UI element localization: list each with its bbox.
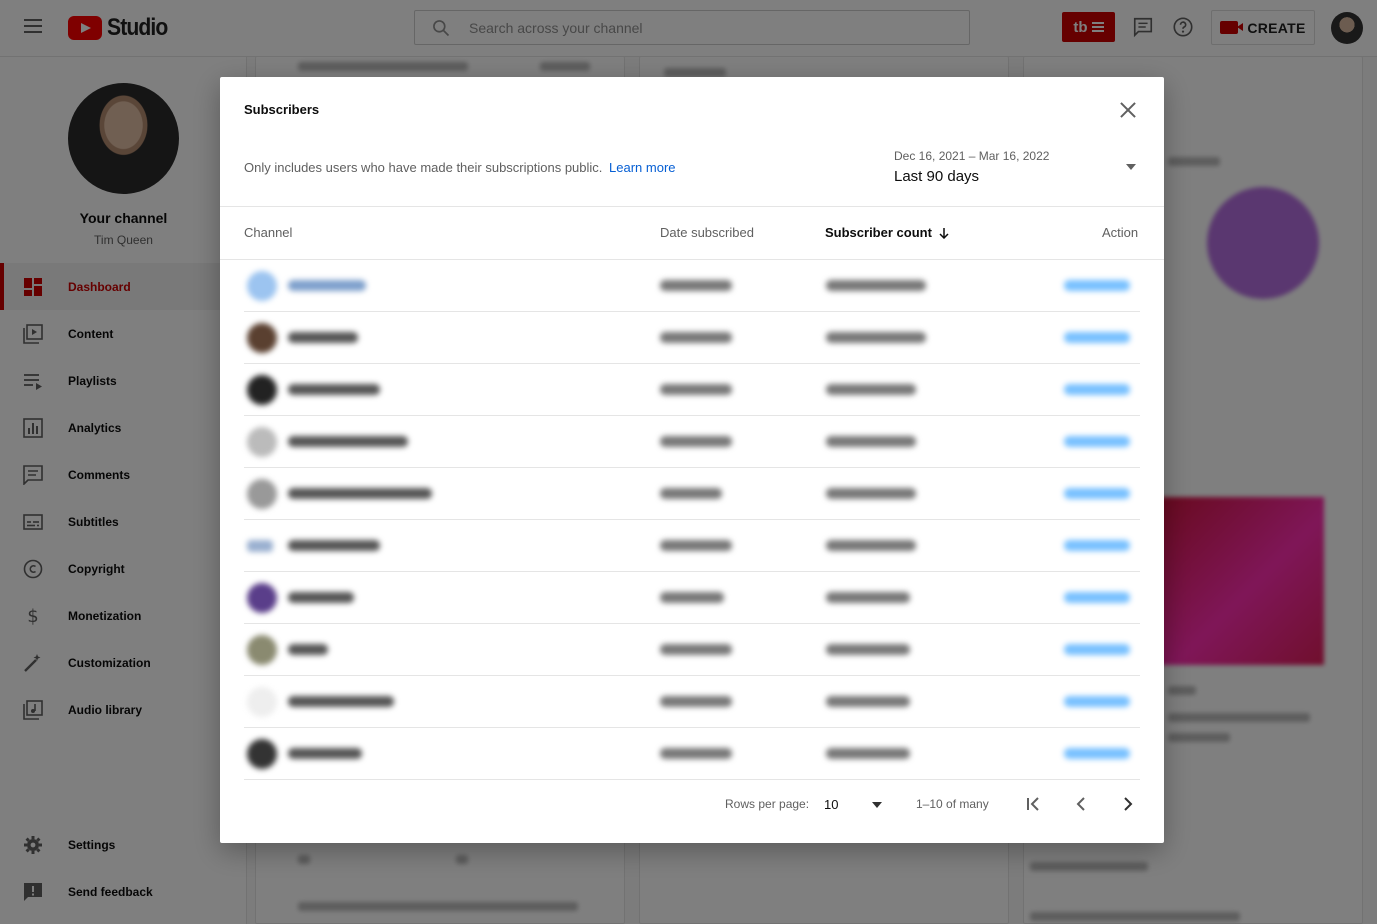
column-header-date-subscribed[interactable]: Date subscribed — [660, 225, 754, 240]
close-icon[interactable] — [1117, 99, 1139, 121]
dialog-title: Subscribers — [244, 102, 320, 117]
subscribe-button-blurred[interactable] — [1064, 592, 1130, 603]
channel-avatar[interactable] — [247, 687, 277, 717]
channel-name-blurred[interactable] — [288, 280, 366, 291]
count-blurred — [826, 280, 926, 291]
count-blurred — [826, 540, 916, 551]
count-blurred — [826, 332, 926, 343]
description-text: Only includes users who have made their … — [244, 160, 603, 175]
channel-avatar[interactable] — [247, 583, 277, 613]
channel-name-blurred[interactable] — [288, 384, 380, 395]
channel-avatar[interactable] — [247, 323, 277, 353]
count-blurred — [826, 748, 910, 759]
table-row — [244, 572, 1140, 624]
next-page-icon[interactable] — [1118, 794, 1138, 814]
date-blurred — [660, 488, 722, 499]
channel-name-blurred[interactable] — [288, 592, 354, 603]
date-preset-text: Last 90 days — [894, 168, 980, 185]
count-blurred — [826, 488, 916, 499]
dialog-description: Only includes users who have made their … — [244, 160, 676, 175]
channel-name-blurred[interactable] — [288, 488, 432, 499]
table-row — [244, 312, 1140, 364]
channel-name-blurred[interactable] — [288, 644, 328, 655]
table-row — [244, 520, 1140, 572]
table-row — [244, 260, 1140, 312]
count-blurred — [826, 696, 910, 707]
first-page-icon[interactable] — [1024, 794, 1044, 814]
column-header-subscriber-count[interactable]: Subscriber count — [825, 225, 950, 240]
table-row — [244, 624, 1140, 676]
table-row — [244, 364, 1140, 416]
channel-avatar[interactable] — [247, 479, 277, 509]
column-header-label: Subscriber count — [825, 225, 932, 240]
channel-avatar[interactable] — [247, 427, 277, 457]
count-blurred — [826, 384, 916, 395]
date-blurred — [660, 280, 732, 291]
date-blurred — [660, 644, 732, 655]
subscribe-button-blurred[interactable] — [1064, 280, 1130, 291]
channel-avatar[interactable] — [247, 635, 277, 665]
caret-down-icon — [872, 802, 882, 808]
count-blurred — [826, 644, 910, 655]
date-blurred — [660, 436, 732, 447]
date-range-text: Dec 16, 2021 – Mar 16, 2022 — [894, 149, 1050, 163]
subscribe-button-blurred[interactable] — [1064, 332, 1130, 343]
channel-avatar[interactable] — [247, 271, 277, 301]
page-range: 1–10 of many — [916, 797, 989, 811]
rows-per-page-value: 10 — [824, 797, 839, 812]
date-blurred — [660, 384, 732, 395]
subscribe-button-blurred[interactable] — [1064, 748, 1130, 759]
channel-name-blurred[interactable] — [288, 748, 362, 759]
date-blurred — [660, 592, 724, 603]
subscribers-dialog: Subscribers Only includes users who have… — [220, 77, 1164, 843]
channel-name-blurred[interactable] — [288, 332, 358, 343]
date-range-dropdown[interactable]: Dec 16, 2021 – Mar 16, 2022 Last 90 days — [894, 147, 1140, 187]
learn-more-link[interactable]: Learn more — [609, 160, 675, 175]
subscribe-button-blurred[interactable] — [1064, 384, 1130, 395]
table-row — [244, 676, 1140, 728]
subscribe-button-blurred[interactable] — [1064, 488, 1130, 499]
table-row — [244, 468, 1140, 520]
channel-name-blurred[interactable] — [288, 540, 380, 551]
previous-page-icon[interactable] — [1071, 794, 1091, 814]
caret-down-icon — [1126, 164, 1136, 170]
subscribe-button-blurred[interactable] — [1064, 696, 1130, 707]
arrow-down-icon — [939, 227, 949, 239]
table-row — [244, 728, 1140, 780]
count-blurred — [826, 592, 910, 603]
date-blurred — [660, 748, 732, 759]
channel-avatar[interactable] — [247, 375, 277, 405]
channel-avatar[interactable] — [247, 739, 277, 769]
channel-avatar[interactable] — [247, 540, 273, 552]
column-header-channel: Channel — [244, 225, 293, 240]
rows-per-page-select[interactable]: 10 — [824, 791, 884, 817]
column-header-action: Action — [1102, 225, 1139, 240]
date-blurred — [660, 540, 732, 551]
subscribe-button-blurred[interactable] — [1064, 540, 1130, 551]
count-blurred — [826, 436, 916, 447]
date-blurred — [660, 696, 732, 707]
rows-per-page-label: Rows per page: — [725, 797, 810, 811]
subscribe-button-blurred[interactable] — [1064, 436, 1130, 447]
table-row — [244, 416, 1140, 468]
channel-name-blurred[interactable] — [288, 696, 394, 707]
channel-name-blurred[interactable] — [288, 436, 408, 447]
subscribe-button-blurred[interactable] — [1064, 644, 1130, 655]
divider — [220, 206, 1164, 207]
date-blurred — [660, 332, 732, 343]
